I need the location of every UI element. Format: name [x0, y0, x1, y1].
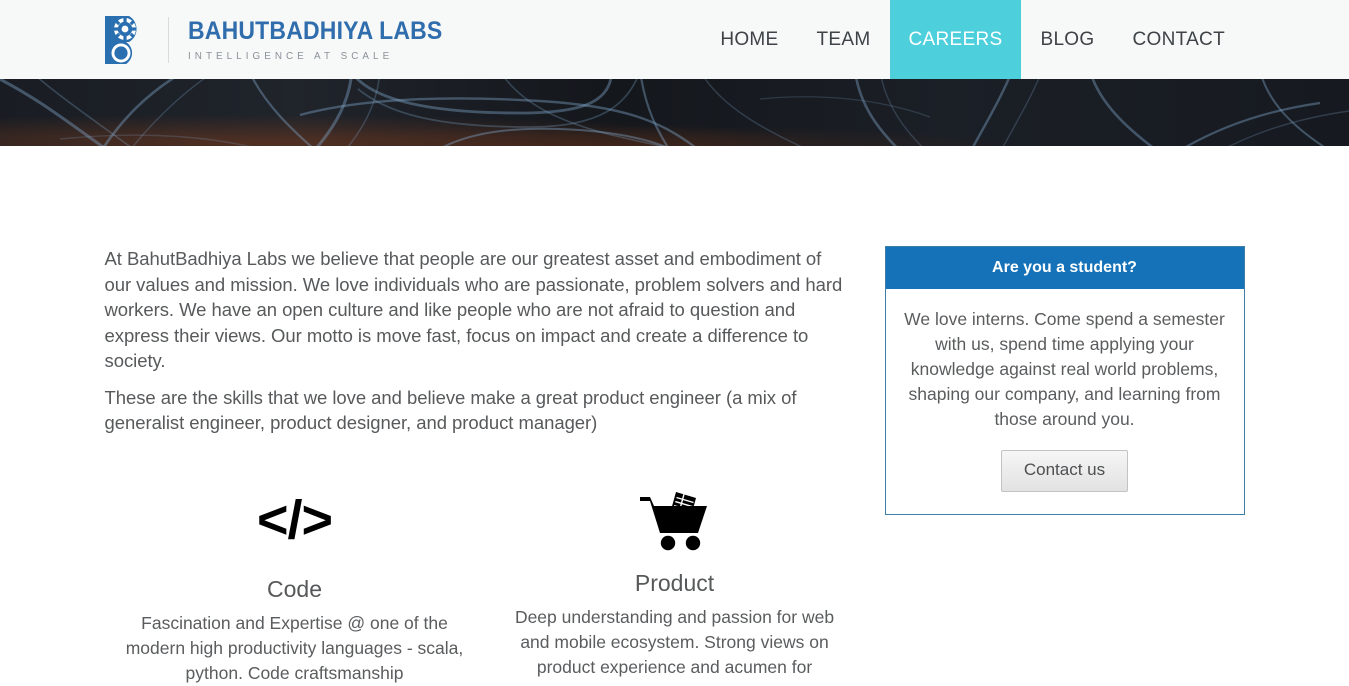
- skill-card-code: </> Code Fascination and Expertise @ one…: [105, 484, 485, 686]
- skills-row: </> Code Fascination and Expertise @ one…: [105, 484, 850, 686]
- brand-name: BAHUTBADHIYA LABS: [188, 19, 442, 44]
- main-content: At BahutBadhiya Labs we believe that peo…: [105, 146, 1245, 686]
- product-icon-wrap: [500, 484, 850, 556]
- skill-description-product: Deep understanding and passion for web a…: [500, 605, 850, 680]
- code-brackets-icon: </>: [257, 493, 332, 547]
- brand-divider: [168, 17, 169, 63]
- brand-logo[interactable]: BAHUTBADHIYA LABS INTELLIGENCE AT SCALE: [99, 0, 465, 79]
- skill-card-product: Product Deep understanding and passion f…: [485, 484, 865, 686]
- student-card-body: We love interns. Come spend a semester w…: [886, 289, 1244, 514]
- gear-b-logo-icon: [99, 13, 151, 67]
- student-card-title: Are you a student?: [886, 247, 1244, 289]
- intro-paragraph-2: These are the skills that we love and be…: [105, 385, 850, 436]
- main-navigation: HOME TEAM CAREERS BLOG CONTACT: [701, 0, 1349, 79]
- brand-tagline: INTELLIGENCE AT SCALE: [188, 51, 448, 62]
- hero-banner: [0, 79, 1349, 146]
- nav-item-home[interactable]: HOME: [701, 0, 797, 79]
- site-header: BAHUTBADHIYA LABS INTELLIGENCE AT SCALE …: [0, 0, 1349, 79]
- student-card-text: We love interns. Come spend a semester w…: [903, 307, 1227, 432]
- skill-title-product: Product: [500, 570, 850, 598]
- skill-description-code: Fascination and Expertise @ one of the m…: [120, 611, 470, 686]
- nav-item-blog[interactable]: BLOG: [1021, 0, 1113, 79]
- skill-title-code: Code: [120, 576, 470, 604]
- code-icon-wrap: </>: [120, 484, 470, 556]
- student-card: Are you a student? We love interns. Come…: [885, 246, 1245, 515]
- sidebar: Are you a student? We love interns. Come…: [865, 246, 1245, 686]
- hero-banner-artwork: [0, 79, 1349, 146]
- careers-intro-section: At BahutBadhiya Labs we believe that peo…: [105, 246, 865, 686]
- nav-item-team[interactable]: TEAM: [798, 0, 890, 79]
- nav-item-contact[interactable]: CONTACT: [1113, 0, 1244, 79]
- nav-item-careers[interactable]: CAREERS: [890, 0, 1022, 79]
- brand-text: BAHUTBADHIYA LABS INTELLIGENCE AT SCALE: [188, 18, 465, 62]
- contact-us-button[interactable]: Contact us: [1001, 450, 1128, 492]
- intro-paragraph-1: At BahutBadhiya Labs we believe that peo…: [105, 246, 850, 374]
- shopping-cart-icon: [638, 489, 712, 551]
